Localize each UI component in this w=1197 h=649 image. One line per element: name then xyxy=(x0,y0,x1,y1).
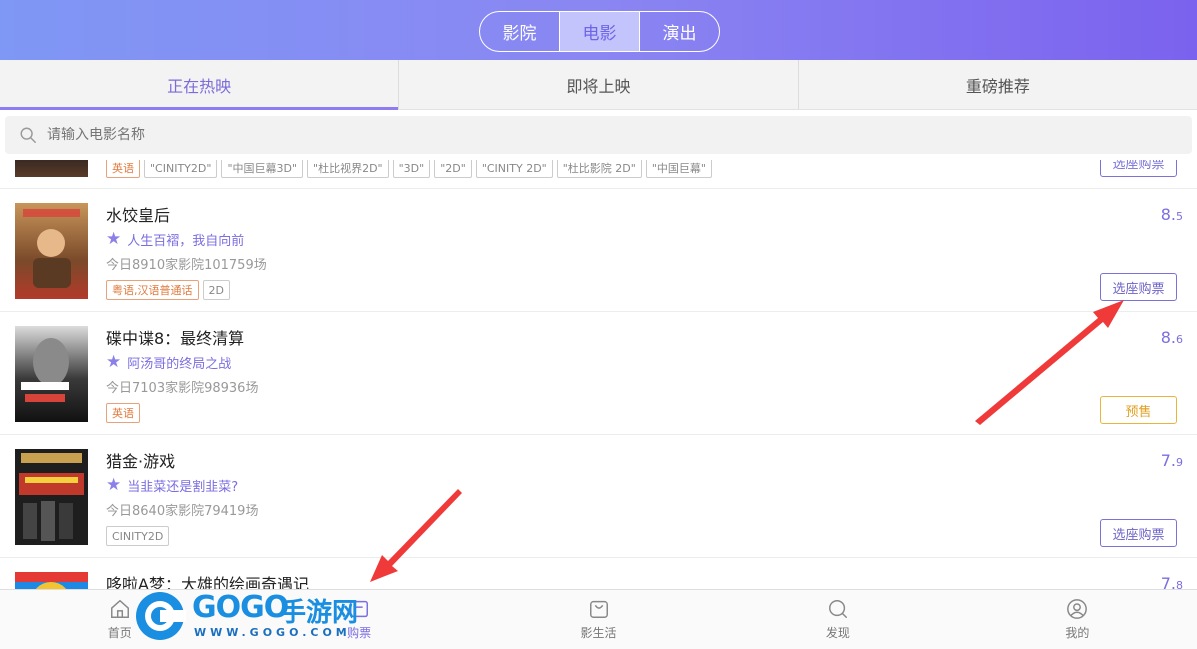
slogan-text: 阿汤哥的终局之战 xyxy=(127,356,232,372)
movie-slogan: ★ 阿汤哥的终局之战 xyxy=(106,352,231,372)
ticket-icon xyxy=(350,600,369,618)
movie-title[interactable]: 哆啦A梦：大雄的绘画奇遇记 xyxy=(106,571,309,589)
nav-label: 影生活 xyxy=(580,626,617,640)
showtimes-count: 今日8640家影院79419场 xyxy=(106,504,259,519)
format-tags: 粤语,汉语普通话 2D xyxy=(106,280,230,300)
home-icon xyxy=(110,599,129,618)
showtimes-count: 今日8910家影院101759场 xyxy=(106,258,267,273)
bag-icon xyxy=(589,600,608,618)
format-tag: "中国巨幕" xyxy=(645,160,712,178)
movie-poster[interactable] xyxy=(15,449,88,545)
movie-score: 8.6 xyxy=(1160,328,1183,347)
nav-tickets[interactable]: 购票 xyxy=(239,590,478,649)
movie-title[interactable]: 猎金·游戏 xyxy=(106,448,175,472)
language-tag: 粤语,汉语普通话 xyxy=(106,280,199,300)
star-icon: ★ xyxy=(106,475,122,495)
list-item[interactable]: 猎金·游戏 ★ 当韭菜还是割韭菜? 今日8640家影院79419场 CINITY… xyxy=(0,435,1197,558)
buy-ticket-button[interactable]: 选座购票 xyxy=(1100,160,1177,177)
nav-profile[interactable]: 我的 xyxy=(958,590,1197,649)
showtimes-count: 今日7103家影院98936场 xyxy=(106,381,259,396)
nav-label: 购票 xyxy=(347,626,372,640)
list-item[interactable]: 水饺皇后 ★ 人生百褶，我自向前 今日8910家影院101759场 粤语,汉语普… xyxy=(0,189,1197,312)
movie-score: 8.5 xyxy=(1160,205,1183,224)
header-bar: 影院 电影 演出 xyxy=(0,0,1197,60)
movie-poster[interactable] xyxy=(15,572,88,589)
segment-cinema[interactable]: 影院 xyxy=(480,12,560,51)
format-tag: "3D" xyxy=(392,160,431,178)
search-icon xyxy=(20,127,36,143)
slogan-text: 当韭菜还是割韭菜? xyxy=(127,479,239,495)
tab-coming-soon[interactable]: 即将上映 xyxy=(399,60,799,109)
format-tag: 英语 xyxy=(106,160,140,178)
format-tag: "CINITY 2D" xyxy=(475,160,553,178)
format-tag: 2D xyxy=(202,280,230,300)
language-tag: 英语 xyxy=(106,403,140,423)
movie-poster[interactable] xyxy=(15,160,88,177)
star-icon: ★ xyxy=(106,229,122,249)
format-tag: "中国巨幕3D" xyxy=(221,160,304,178)
list-item[interactable]: 英语 "CINITY2D" "中国巨幕3D" "杜比视界2D" "3D" "2D… xyxy=(0,160,1197,189)
tab-recommended[interactable]: 重磅推荐 xyxy=(799,60,1197,109)
format-tag: "2D" xyxy=(434,160,472,178)
discover-icon xyxy=(828,600,847,618)
list-item[interactable]: 碟中谍8：最终清算 ★ 阿汤哥的终局之战 今日7103家影院98936场 英语 … xyxy=(0,312,1197,435)
nav-life[interactable]: 影生活 xyxy=(479,590,718,649)
search-box[interactable] xyxy=(5,116,1192,154)
format-tags: CINITY2D xyxy=(106,526,170,546)
segment-show[interactable]: 演出 xyxy=(640,12,719,51)
format-tag: "CINITY2D" xyxy=(144,160,218,178)
slogan-text: 人生百褶，我自向前 xyxy=(127,233,245,249)
search-area xyxy=(0,110,1197,160)
presale-button[interactable]: 预售 xyxy=(1100,396,1177,424)
format-tags: 英语 "CINITY2D" "中国巨幕3D" "杜比视界2D" "3D" "2D… xyxy=(106,160,712,178)
user-icon xyxy=(1067,599,1088,619)
format-tags: 英语 xyxy=(106,403,140,423)
nav-label: 首页 xyxy=(107,626,132,640)
star-icon: ★ xyxy=(106,352,122,372)
format-tag: CINITY2D xyxy=(106,526,170,546)
movie-poster[interactable] xyxy=(15,203,88,299)
nav-home[interactable]: 首页 xyxy=(0,590,239,649)
movie-slogan: ★ 人生百褶，我自向前 xyxy=(106,229,244,249)
segment-movie[interactable]: 电影 xyxy=(560,12,640,51)
nav-label: 发现 xyxy=(825,626,850,640)
nav-discover[interactable]: 发现 xyxy=(718,590,957,649)
nav-label: 我的 xyxy=(1065,626,1090,640)
bottom-nav: 首页 购票 影生活 发现 我的 xyxy=(0,589,1197,649)
movie-title[interactable]: 碟中谍8：最终清算 xyxy=(106,325,244,349)
movie-slogan: ★ 当韭菜还是割韭菜? xyxy=(106,475,238,495)
movie-list[interactable]: 英语 "CINITY2D" "中国巨幕3D" "杜比视界2D" "3D" "2D… xyxy=(0,160,1197,589)
movie-title[interactable]: 水饺皇后 xyxy=(106,202,170,226)
format-tag: "杜比影院 2D" xyxy=(556,160,642,178)
format-tag: "杜比视界2D" xyxy=(307,160,389,178)
search-input[interactable] xyxy=(47,127,647,143)
buy-ticket-button[interactable]: 选座购票 xyxy=(1100,519,1177,547)
list-item[interactable]: 哆啦A梦：大雄的绘画奇遇记 7.8 xyxy=(0,558,1197,589)
movie-tabs: 正在热映 即将上映 重磅推荐 xyxy=(0,60,1197,110)
category-segmented-control: 影院 电影 演出 xyxy=(479,11,720,52)
buy-ticket-button[interactable]: 选座购票 xyxy=(1100,273,1177,301)
movie-poster[interactable] xyxy=(15,326,88,422)
movie-score: 7.9 xyxy=(1160,451,1183,470)
tab-now-showing[interactable]: 正在热映 xyxy=(0,60,400,110)
movie-score: 7.8 xyxy=(1160,574,1183,589)
